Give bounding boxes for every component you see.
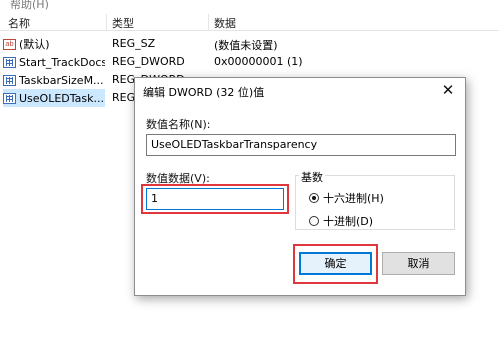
value-name-field[interactable]: UseOLEDTaskbarTransparency [146, 134, 456, 156]
radio-dec[interactable]: 十进制(D) [309, 213, 373, 229]
column-header-type[interactable]: 类型 [112, 15, 134, 31]
cancel-button[interactable]: 取消 [382, 252, 455, 275]
list-header: 名称 类型 数据 [0, 12, 499, 31]
radio-unchecked-icon [309, 216, 319, 226]
base-label: 基数 [299, 169, 325, 185]
column-separator[interactable] [208, 14, 209, 30]
value-name: TaskbarSizeM... [19, 73, 104, 87]
binary-value-icon [3, 74, 16, 86]
string-value-icon: ab [3, 38, 16, 50]
dialog-title-bar[interactable]: 编辑 DWORD (32 位)值 ✕ [135, 78, 465, 104]
dialog-title: 编辑 DWORD (32 位)值 [143, 86, 265, 99]
binary-value-icon [3, 56, 16, 68]
value-name: UseOLEDTask... [19, 91, 104, 105]
value-data-field[interactable]: 1 [146, 188, 284, 210]
list-item[interactable]: Start_TrackDocs REG_DWORD 0x00000001 (1) [0, 53, 499, 71]
value-type: REG_SZ [112, 37, 156, 50]
radio-checked-icon [309, 193, 319, 203]
value-name-label: 数值名称(N): [146, 118, 211, 131]
value-data: 0x00000001 (1) [214, 55, 303, 68]
ok-button[interactable]: 确定 [299, 252, 372, 275]
value-name: Start_TrackDocs [19, 55, 105, 69]
binary-value-icon [3, 92, 16, 104]
list-item[interactable]: ab (默认) REG_SZ (数值未设置) [0, 35, 499, 53]
value-type: REG_DWORD [112, 55, 185, 68]
close-icon[interactable]: ✕ [431, 78, 465, 104]
value-data-label: 数值数据(V): [146, 172, 210, 185]
column-separator[interactable] [106, 14, 107, 30]
column-header-data[interactable]: 数据 [214, 15, 236, 31]
edit-dword-dialog: 编辑 DWORD (32 位)值 ✕ 数值名称(N): UseOLEDTaskb… [134, 77, 466, 296]
menu-bar: 帮助(H) [0, 0, 499, 10]
help-menu[interactable]: 帮助(H) [10, 0, 49, 10]
radio-dec-label: 十进制(D) [323, 215, 374, 228]
value-data: (数值未设置) [214, 39, 278, 52]
radio-hex[interactable]: 十六进制(H) [309, 190, 384, 206]
radio-hex-label: 十六进制(H) [323, 192, 384, 205]
column-header-name[interactable]: 名称 [8, 15, 30, 31]
value-name: (默认) [19, 38, 50, 51]
